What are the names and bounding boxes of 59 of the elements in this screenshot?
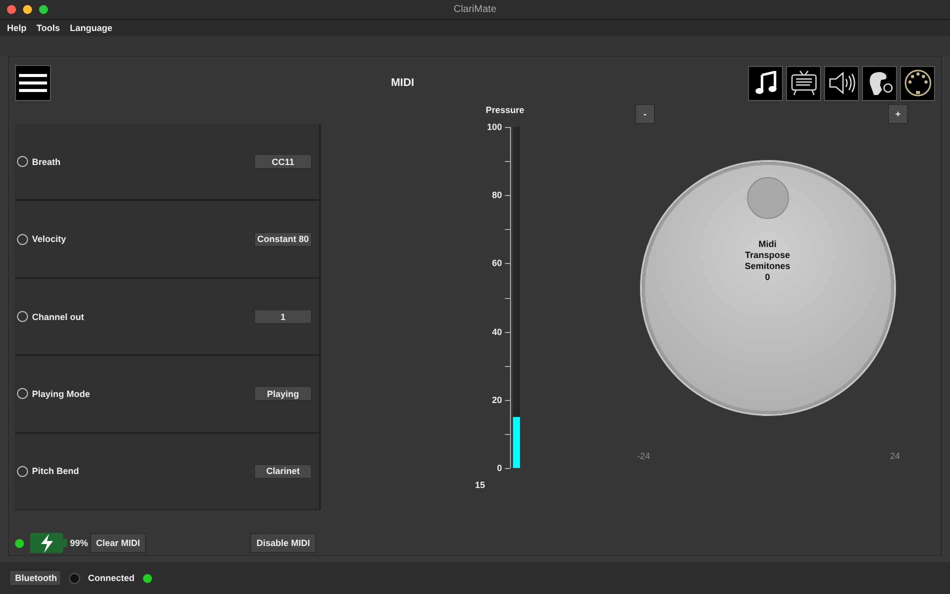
- axis-label: 80: [492, 190, 502, 200]
- music-note-button[interactable]: [748, 66, 783, 100]
- radio-button[interactable]: [69, 572, 80, 584]
- value-button[interactable]: Clarinet: [254, 464, 312, 479]
- display-icon: [790, 70, 818, 96]
- connection-status: Connected: [88, 573, 135, 583]
- setting-label: Pitch Bend: [32, 466, 80, 476]
- pressure-reading: 15: [474, 480, 485, 490]
- radio-button[interactable]: [17, 234, 28, 245]
- value-button[interactable]: Constant 80: [254, 232, 312, 247]
- menu-button[interactable]: [15, 65, 51, 101]
- minimize-button[interactable]: [23, 5, 32, 14]
- zoom-button[interactable]: [39, 5, 48, 14]
- knob-label: Midi: [758, 239, 776, 250]
- menu-item[interactable]: Help: [7, 23, 27, 33]
- value-button[interactable]: Playing: [254, 386, 312, 402]
- radio-button[interactable]: [17, 466, 28, 477]
- speaker-button[interactable]: [824, 66, 859, 100]
- max-label: 24: [890, 451, 900, 461]
- display-button[interactable]: [786, 66, 821, 100]
- music-note-icon: [754, 71, 776, 95]
- value-button[interactable]: CC11: [254, 154, 312, 170]
- transpose-knob[interactable]: Midi Transpose Semitones 0: [642, 162, 894, 414]
- menu-icon: [19, 73, 47, 93]
- midi-button[interactable]: [900, 66, 935, 100]
- axis-label: 60: [492, 258, 502, 268]
- battery-icon: [30, 532, 68, 554]
- battery-percent: 99%: [70, 538, 88, 548]
- close-button[interactable]: [7, 5, 16, 14]
- setting-label: Velocity: [32, 234, 66, 244]
- head-button[interactable]: [862, 66, 897, 100]
- setting-label: Channel out: [32, 312, 84, 322]
- value-button[interactable]: 1: [254, 309, 312, 324]
- axis-label: 100: [486, 122, 502, 132]
- midi-connector-icon: [904, 69, 932, 97]
- knob-label: Semitones: [744, 261, 790, 272]
- radio-button[interactable]: [17, 156, 28, 168]
- disable-midi-button[interactable]: Disable MIDI: [250, 533, 316, 553]
- page-title: MIDI: [391, 77, 414, 89]
- axis-label: 20: [492, 394, 502, 405]
- menu-item[interactable]: Language: [70, 23, 112, 33]
- radio-button[interactable]: [17, 311, 28, 322]
- axis-label: 0: [496, 463, 502, 473]
- increase-button[interactable]: +: [888, 104, 908, 124]
- min-label: -24: [637, 451, 650, 461]
- clear-midi-button[interactable]: Clear MIDI: [90, 533, 146, 553]
- decrease-button[interactable]: -: [635, 104, 655, 124]
- meter-title: Pressure: [486, 105, 524, 115]
- axis-label: 40: [492, 326, 502, 337]
- radio-button[interactable]: [17, 388, 28, 400]
- knob-handle[interactable]: [746, 177, 788, 219]
- menu-item[interactable]: Tools: [36, 23, 60, 33]
- setting-label: Playing Mode: [32, 388, 90, 399]
- window-title: ClariMate: [454, 4, 496, 15]
- setting-label: Breath: [32, 156, 61, 167]
- knob-label: Transpose: [744, 250, 790, 261]
- bluetooth-button[interactable]: Bluetooth: [9, 570, 61, 586]
- knob-label: 0: [764, 272, 770, 283]
- speaker-icon: [828, 71, 856, 95]
